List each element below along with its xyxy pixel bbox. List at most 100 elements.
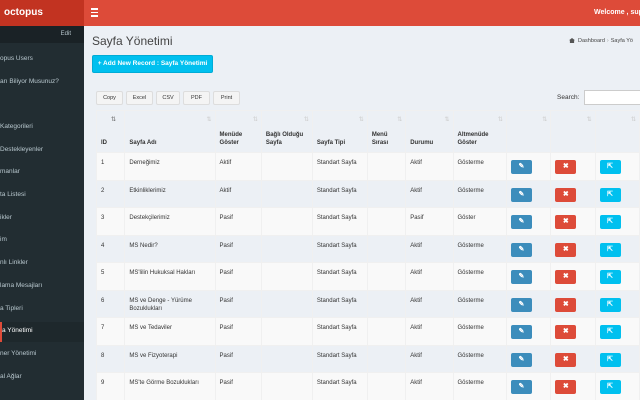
th-menu-order[interactable]: ⇅ Menü Sırası <box>366 110 407 153</box>
cell-menu-order <box>366 207 407 236</box>
delete-button[interactable]: ✖ <box>555 242 577 257</box>
sidebar-item-ikler[interactable]: ikler <box>0 214 84 224</box>
edit-button[interactable]: ✎ <box>510 270 532 284</box>
cell-status: Aktif <box>405 234 454 263</box>
th-id[interactable]: ⇅ ID <box>95 110 126 153</box>
sidebar-item-label: Kategorileri <box>0 123 33 130</box>
edit-button[interactable]: ✎ <box>510 187 532 202</box>
header-label: Durumu <box>410 140 434 146</box>
print-button[interactable]: Print <box>213 91 240 105</box>
sidebar-item-users[interactable]: opus Users <box>0 55 84 65</box>
cell-parent-page <box>260 179 313 208</box>
cell-show-in-menu: Pasif <box>214 234 262 263</box>
open-button[interactable]: ⇱ <box>599 242 621 257</box>
delete-button[interactable]: ✖ <box>555 352 577 367</box>
th-page-name[interactable]: ⇅ Sayfa Adı <box>124 110 216 153</box>
cell-show-in-submenu: Gösterme <box>452 262 507 291</box>
open-button[interactable]: ⇱ <box>599 325 621 339</box>
open-button[interactable]: ⇱ <box>599 297 621 312</box>
th-action-delete[interactable]: ⇅ <box>550 110 596 153</box>
cell-page-type: Standart Sayfa <box>311 372 368 400</box>
edit-button[interactable]: ✎ <box>510 160 532 174</box>
edit-button[interactable]: ✎ <box>510 215 532 229</box>
edit-button[interactable]: ✎ <box>510 242 532 257</box>
cell-page-name: Derneğimiz <box>124 152 216 181</box>
open-button[interactable]: ⇱ <box>599 160 621 174</box>
cell-parent-page <box>260 317 313 346</box>
external-link-icon: ⇱ <box>607 245 614 253</box>
excel-button[interactable]: Excel <box>126 91 153 105</box>
cell-parent-page <box>260 207 313 236</box>
sidebar-item-social[interactable]: al Ağlar <box>0 373 84 383</box>
cell-id: 3 <box>95 207 126 236</box>
copy-button[interactable]: Copy <box>96 91 123 105</box>
delete-button[interactable]: ✖ <box>555 297 577 312</box>
cell-action: ⇱ <box>594 152 640 181</box>
top-bar: octopus Welcome , super <box>0 0 640 26</box>
csv-button[interactable]: CSV <box>156 91 180 105</box>
delete-button[interactable]: ✖ <box>555 380 577 394</box>
cell-page-name: Etkinliklerimiz <box>124 179 216 208</box>
th-page-type[interactable]: ⇅ Sayfa Tipi <box>311 110 368 153</box>
sidebar-item-list[interactable]: ta Listesi <box>0 191 84 201</box>
app-logo[interactable]: octopus <box>0 0 84 26</box>
sort-icon: ⇅ <box>252 117 258 123</box>
sidebar-item-did-you-know[interactable]: arı Biliyor Musunuz? <box>0 78 84 88</box>
delete-button[interactable]: ✖ <box>555 215 577 229</box>
sidebar-item-manlar[interactable]: manlar <box>0 168 84 178</box>
sidebar-item-label: opus Users <box>0 55 33 62</box>
delete-button[interactable]: ✖ <box>555 160 577 174</box>
delete-button[interactable]: ✖ <box>555 325 577 339</box>
edit-button[interactable]: ✎ <box>510 297 532 312</box>
delete-icon: ✖ <box>562 273 569 280</box>
delete-button[interactable]: ✖ <box>555 187 577 202</box>
cell-menu-order <box>366 262 407 291</box>
header-label: Sayfa Adı <box>129 140 157 146</box>
sidebar-item-banner[interactable]: ner Yönetimi <box>0 350 84 360</box>
cell-id: 2 <box>95 179 126 208</box>
header-label: Menü Sırası <box>371 132 389 146</box>
th-action-open[interactable]: ⇅ <box>594 110 640 153</box>
open-button[interactable]: ⇱ <box>599 187 621 202</box>
delete-icon: ✖ <box>562 300 569 308</box>
sidebar-item-im[interactable]: im <box>0 236 84 246</box>
cell-show-in-submenu: Gösterme <box>452 152 507 181</box>
delete-button[interactable]: ✖ <box>555 270 577 284</box>
breadcrumb-home[interactable]: Dashboard <box>578 38 605 44</box>
edit-link[interactable]: Edit <box>61 31 71 37</box>
edit-button[interactable]: ✎ <box>510 380 532 394</box>
open-button[interactable]: ⇱ <box>599 215 621 229</box>
th-parent-page[interactable]: ⇅ Bağlı Olduğu Sayfa <box>260 110 313 153</box>
add-new-record-button[interactable]: + Add New Record : Sayfa Yönetimi <box>92 55 213 73</box>
cell-action: ✎ <box>505 372 552 400</box>
edit-icon: ✎ <box>518 328 525 335</box>
edit-button[interactable]: ✎ <box>510 325 532 339</box>
edit-button[interactable]: ✎ <box>510 352 532 367</box>
open-button[interactable]: ⇱ <box>599 352 621 367</box>
sidebar-item-messages[interactable]: lama Mesajları <box>0 282 84 292</box>
sidebar-item-label: ikler <box>0 214 12 221</box>
cell-parent-page <box>260 344 313 373</box>
cell-id: 6 <box>95 289 126 318</box>
search-input[interactable] <box>584 90 640 105</box>
sidebar-item-links[interactable]: nlı Linkler <box>0 259 84 269</box>
welcome-user-menu[interactable]: Welcome , super <box>594 0 640 26</box>
cell-page-name: MS ve Denge - Yürüme Bozuklukları <box>124 289 216 318</box>
open-button[interactable]: ⇱ <box>599 380 621 394</box>
cell-parent-page <box>260 289 313 318</box>
sidebar-item-label: im <box>0 236 7 243</box>
cell-menu-order <box>366 372 407 400</box>
th-show-in-submenu[interactable]: ⇅ Altmenüde Göster <box>452 110 507 153</box>
sidebar-item-categories[interactable]: Kategorileri <box>0 123 84 133</box>
sidebar-item-supporters[interactable]: Destekleyenler <box>0 146 84 156</box>
sidebar: Edit opus Users arı Biliyor Musunuz? Kat… <box>0 26 84 400</box>
sidebar-item-types[interactable]: a Tipleri <box>0 305 84 315</box>
th-status[interactable]: ⇅ Durumu <box>405 110 454 153</box>
th-show-in-menu[interactable]: ⇅ Menüde Göster <box>214 110 262 153</box>
header-label: Menüde Göster <box>219 132 243 146</box>
hamburger-icon[interactable] <box>91 8 98 17</box>
open-button[interactable]: ⇱ <box>599 270 621 284</box>
pdf-button[interactable]: PDF <box>183 91 210 105</box>
sidebar-item-page-management[interactable]: a Yönetimi <box>0 322 84 342</box>
th-action-edit[interactable]: ⇅ <box>505 110 552 153</box>
